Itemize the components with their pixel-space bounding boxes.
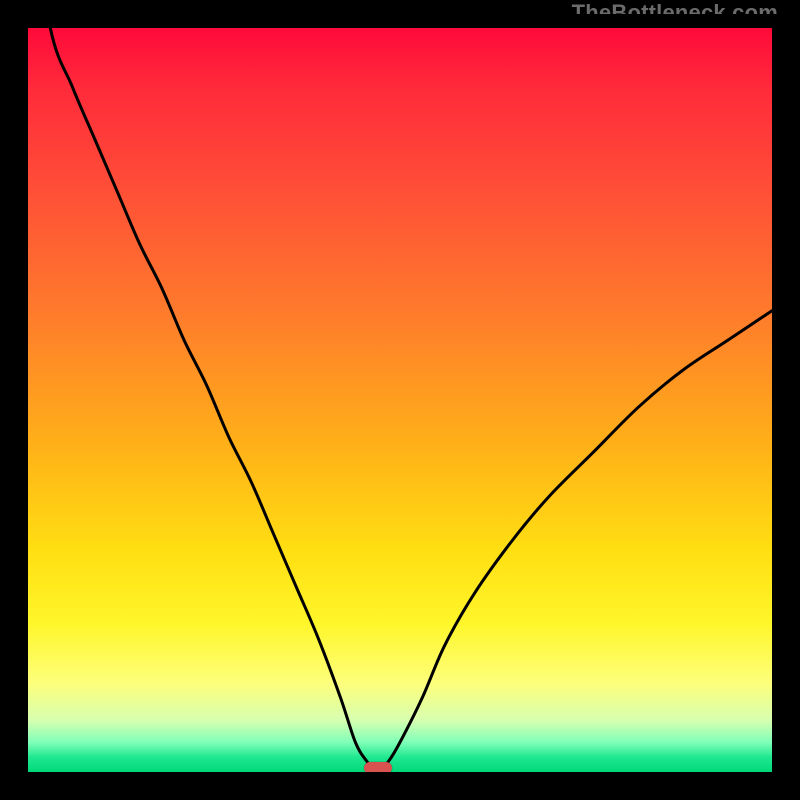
chart-plot (28, 28, 772, 772)
optimum-marker (364, 762, 392, 772)
chart-background-gradient (28, 28, 772, 772)
chart-frame (14, 14, 786, 786)
